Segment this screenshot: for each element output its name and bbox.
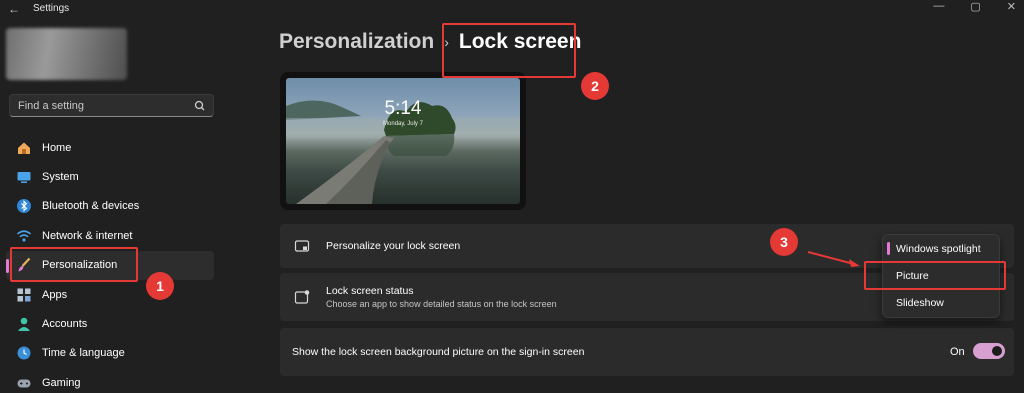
gaming-icon bbox=[15, 374, 33, 392]
status-icon bbox=[294, 290, 310, 304]
profile-picture[interactable] bbox=[6, 28, 127, 80]
window-controls: — ▢ ✕ bbox=[933, 0, 1016, 13]
sidebar-item-label: Gaming bbox=[42, 376, 81, 389]
toggle-state-label: On bbox=[950, 346, 965, 358]
bluetooth-icon bbox=[15, 197, 33, 215]
sidebar-item-label: Accounts bbox=[42, 318, 88, 331]
annotation-arrow bbox=[807, 251, 860, 267]
sidebar-item-label: System bbox=[42, 171, 79, 184]
close-button[interactable]: ✕ bbox=[1007, 0, 1016, 13]
search-box[interactable]: Find a setting bbox=[9, 94, 214, 117]
title-bar: ← Settings — ▢ ✕ bbox=[0, 0, 1024, 20]
sidebar: Find a setting Home System Bluetooth & d… bbox=[0, 20, 225, 393]
sidebar-item-label: Apps bbox=[42, 288, 68, 301]
sidebar-item-home[interactable]: Home bbox=[6, 133, 214, 162]
annotation-badge-3: 3 bbox=[770, 228, 798, 256]
breadcrumb-parent[interactable]: Personalization bbox=[279, 30, 434, 54]
annotation-box-personalization bbox=[10, 247, 138, 282]
apps-icon bbox=[15, 286, 33, 304]
landscape-picture bbox=[286, 100, 520, 204]
accounts-icon bbox=[15, 315, 33, 333]
preview-image: 5:14 Monday, July 7 bbox=[286, 78, 520, 204]
sidebar-item-gaming[interactable]: Gaming bbox=[6, 368, 214, 393]
signin-background-toggle[interactable] bbox=[973, 343, 1005, 359]
app-title: Settings bbox=[33, 3, 70, 14]
sidebar-item-bluetooth[interactable]: Bluetooth & devices bbox=[6, 192, 214, 221]
annotation-badge-1: 1 bbox=[146, 272, 174, 300]
sidebar-item-label: Network & internet bbox=[42, 229, 133, 242]
preview-clock: 5:14 bbox=[384, 98, 422, 119]
minimize-button[interactable]: — bbox=[933, 0, 944, 13]
dropdown-option-slideshow[interactable]: Slideshow bbox=[883, 289, 999, 316]
home-icon bbox=[15, 139, 33, 157]
wifi-icon bbox=[15, 227, 33, 245]
system-icon bbox=[15, 168, 33, 186]
time-language-icon bbox=[15, 344, 33, 362]
option-label: Windows spotlight bbox=[896, 242, 981, 255]
selected-indicator bbox=[887, 242, 890, 255]
annotation-box-lock-screen bbox=[442, 23, 576, 78]
sidebar-item-label: Time & language bbox=[42, 347, 125, 360]
active-indicator bbox=[6, 258, 9, 273]
sidebar-item-time-language[interactable]: Time & language bbox=[6, 339, 214, 368]
annotation-box-picture bbox=[864, 261, 1006, 290]
sidebar-item-accounts[interactable]: Accounts bbox=[6, 309, 214, 338]
back-arrow-icon[interactable]: ← bbox=[8, 2, 22, 16]
option-label: Slideshow bbox=[896, 296, 944, 309]
lock-screen-preview: 5:14 Monday, July 7 bbox=[280, 72, 526, 210]
toggle-knob bbox=[992, 346, 1002, 356]
signin-background-card[interactable]: Show the lock screen background picture … bbox=[280, 328, 1014, 376]
lock-screen-status-subtitle: Choose an app to show detailed status on… bbox=[326, 299, 557, 309]
sidebar-item-apps[interactable]: Apps bbox=[6, 280, 214, 309]
sidebar-item-system[interactable]: System bbox=[6, 162, 214, 191]
search-input[interactable]: Find a setting bbox=[18, 100, 191, 112]
dropdown-option-windows-spotlight[interactable]: Windows spotlight bbox=[883, 235, 999, 262]
lock-screen-status-title: Lock screen status bbox=[326, 285, 414, 297]
search-icon[interactable] bbox=[191, 97, 209, 115]
signin-background-title: Show the lock screen background picture … bbox=[292, 346, 585, 358]
lock-screen-icon bbox=[294, 240, 310, 252]
annotation-badge-2: 2 bbox=[581, 72, 609, 100]
preview-date: Monday, July 7 bbox=[383, 121, 423, 127]
sidebar-item-label: Bluetooth & devices bbox=[42, 200, 140, 213]
sidebar-item-label: Home bbox=[42, 141, 72, 154]
personalize-lock-screen-title: Personalize your lock screen bbox=[326, 240, 461, 252]
maximize-button[interactable]: ▢ bbox=[970, 0, 980, 13]
